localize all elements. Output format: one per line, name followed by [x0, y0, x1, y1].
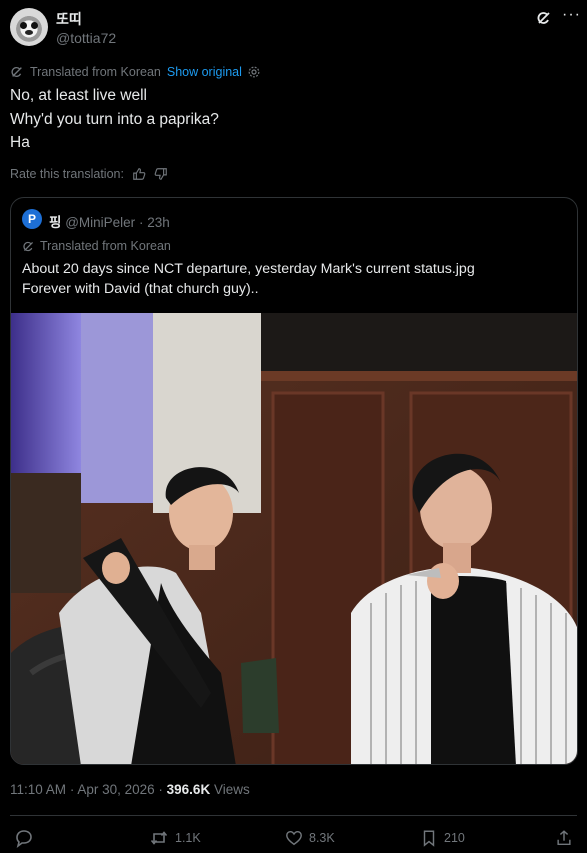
tweet-line: Why'd you turn into a paprika?: [10, 110, 219, 128]
avatar[interactable]: [10, 8, 48, 46]
avatar-eye: [20, 22, 27, 29]
tweet-date[interactable]: Apr 30, 2026: [77, 782, 154, 797]
views-count: 396.6K: [166, 782, 211, 797]
translate-icon: [11, 66, 22, 78]
quote-author-name[interactable]: 핑: [49, 215, 61, 230]
bookmark-count: 210: [444, 831, 465, 845]
retweet-button[interactable]: 1.1K: [149, 828, 201, 848]
show-original-link[interactable]: Show original: [167, 65, 242, 79]
quote-line: About 20 days since NCT departure, yeste…: [22, 261, 475, 277]
grok-icon[interactable]: [536, 10, 552, 26]
avatar-eye: [31, 22, 38, 29]
bookmark-button[interactable]: 210: [420, 828, 465, 848]
tweet-metadata: 11:10 AM · Apr 30, 2026 · 396.6K Views: [10, 782, 250, 797]
author-display-name[interactable]: 또띠: [56, 9, 82, 29]
quote-author-handle[interactable]: @MiniPeler: [65, 215, 135, 230]
tweet-text: No, at least live well Why'd you turn in…: [10, 84, 570, 155]
divider: [10, 815, 577, 816]
quote-header: 핑 @MiniPeler · 23h: [49, 215, 170, 230]
tweet-time[interactable]: 11:10 AM: [10, 782, 66, 797]
translate-icon: [23, 241, 33, 251]
tweet-line: Ha: [10, 134, 30, 151]
avatar-nose: [25, 30, 33, 35]
bookmark-icon: [423, 830, 435, 847]
quote-translation-row: Translated from Korean: [22, 239, 171, 253]
media-photo: [11, 313, 577, 764]
like-count: 8.3K: [309, 831, 335, 845]
tweet-line: No, at least live well: [10, 87, 147, 104]
translated-label: Translated from Korean: [30, 65, 161, 79]
share-icon: [557, 830, 571, 846]
retweet-count: 1.1K: [175, 831, 201, 845]
quote-text: About 20 days since NCT departure, yeste…: [22, 259, 567, 299]
like-button[interactable]: 8.3K: [285, 828, 335, 848]
quote-translated-label: Translated from Korean: [40, 239, 171, 253]
retweet-icon: [150, 831, 168, 845]
like-icon: [286, 830, 302, 846]
quote-media-image[interactable]: [11, 313, 577, 764]
rate-translation-row: Rate this translation:: [10, 166, 168, 182]
share-button[interactable]: [555, 828, 579, 848]
reply-button[interactable]: [14, 828, 40, 848]
views-label: Views: [213, 782, 250, 797]
more-icon[interactable]: ···: [562, 7, 580, 26]
quote-timestamp[interactable]: 23h: [147, 215, 170, 230]
author-handle[interactable]: @tottia72: [56, 30, 116, 46]
quoted-tweet[interactable]: P 핑 @MiniPeler · 23h Translated from Kor…: [10, 197, 578, 765]
quote-line: Forever with David (that church guy)..: [22, 281, 259, 297]
thumbs-up-icon[interactable]: [132, 167, 146, 181]
rate-label: Rate this translation:: [10, 167, 124, 181]
translation-row: Translated from Korean Show original: [10, 64, 267, 80]
reply-icon: [16, 830, 32, 848]
thumbs-down-icon[interactable]: [154, 167, 168, 181]
quote-avatar[interactable]: P: [22, 209, 42, 229]
settings-icon[interactable]: [247, 65, 261, 79]
